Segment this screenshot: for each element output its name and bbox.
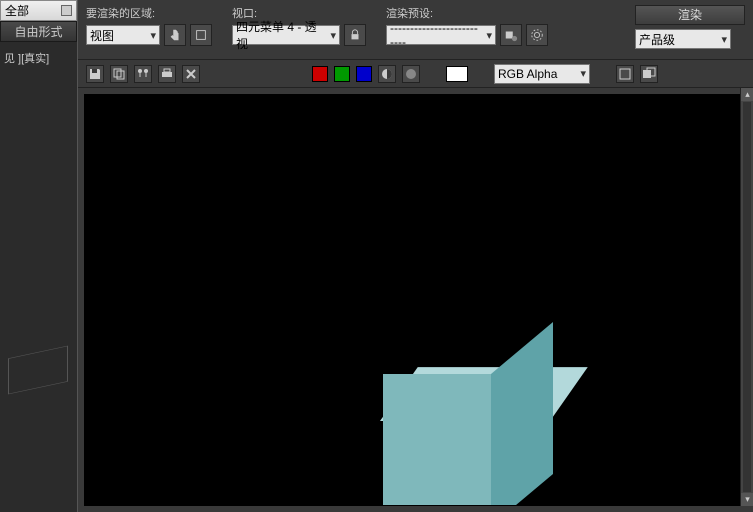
window-toggle-icon[interactable] — [616, 65, 634, 83]
region-crop-icon[interactable] — [190, 24, 212, 46]
lock-icon[interactable] — [344, 24, 366, 46]
scroll-track[interactable] — [743, 102, 751, 492]
scroll-down-icon[interactable]: ▾ — [741, 493, 753, 506]
main-panel: 要渲染的区域: 视图 视口: 四元菜单 4 - 透视 渲染预设: -------… — [78, 0, 753, 512]
viewport-group: 视口: 四元菜单 4 - 透视 — [232, 5, 366, 59]
freeform-label: 自由形式 — [14, 23, 62, 40]
render-area-select[interactable]: 视图 — [86, 25, 160, 45]
red-channel[interactable] — [312, 66, 328, 82]
cube-face-side — [491, 322, 553, 506]
viewer-toolbar: RGB Alpha — [78, 60, 753, 88]
preset-settings-icon[interactable] — [526, 24, 548, 46]
vertical-scrollbar[interactable]: ▴ ▾ — [740, 88, 753, 506]
filter-label: 全部 — [5, 2, 29, 19]
blue-channel[interactable] — [356, 66, 372, 82]
render-button[interactable]: 渲染 — [635, 5, 745, 25]
overlay-toggle-icon[interactable] — [640, 65, 658, 83]
render-area-label: 要渲染的区域: — [86, 5, 212, 21]
delete-icon[interactable] — [182, 65, 200, 83]
left-sidebar: 全部 自由形式 见 ][真实] — [0, 0, 78, 512]
render-viewport[interactable] — [84, 94, 747, 506]
green-channel[interactable] — [334, 66, 350, 82]
filter-tab[interactable]: 全部 — [0, 0, 77, 21]
wireframe-plane — [8, 346, 68, 395]
render-button-group: 渲染 产品级 — [635, 5, 745, 59]
preset-options-icon[interactable] — [500, 24, 522, 46]
mono-channel-icon[interactable] — [402, 65, 420, 83]
region-hand-icon[interactable] — [164, 24, 186, 46]
render-header: 要渲染的区域: 视图 视口: 四元菜单 4 - 透视 渲染预设: -------… — [78, 0, 753, 60]
viewport-select[interactable]: 四元菜单 4 - 透视 — [232, 25, 340, 45]
cube-face-front — [383, 374, 491, 506]
freeform-section[interactable]: 自由形式 — [0, 21, 77, 42]
scroll-up-icon[interactable]: ▴ — [741, 88, 753, 101]
view-mode-label: 见 ][真实] — [0, 42, 77, 74]
clone-icon[interactable] — [134, 65, 152, 83]
preset-select[interactable]: -------------------------- — [386, 25, 496, 45]
preset-label: 渲染预设: — [386, 5, 548, 21]
print-icon[interactable] — [158, 65, 176, 83]
channel-select[interactable]: RGB Alpha — [494, 64, 590, 84]
render-area-group: 要渲染的区域: 视图 — [86, 5, 212, 59]
production-select[interactable]: 产品级 — [635, 29, 731, 49]
save-icon[interactable] — [86, 65, 104, 83]
alpha-channel-icon[interactable] — [378, 65, 396, 83]
copy-icon[interactable] — [110, 65, 128, 83]
current-color-swatch[interactable] — [446, 66, 468, 82]
preset-group: 渲染预设: -------------------------- — [386, 5, 548, 59]
dropdown-icon[interactable] — [61, 5, 72, 16]
